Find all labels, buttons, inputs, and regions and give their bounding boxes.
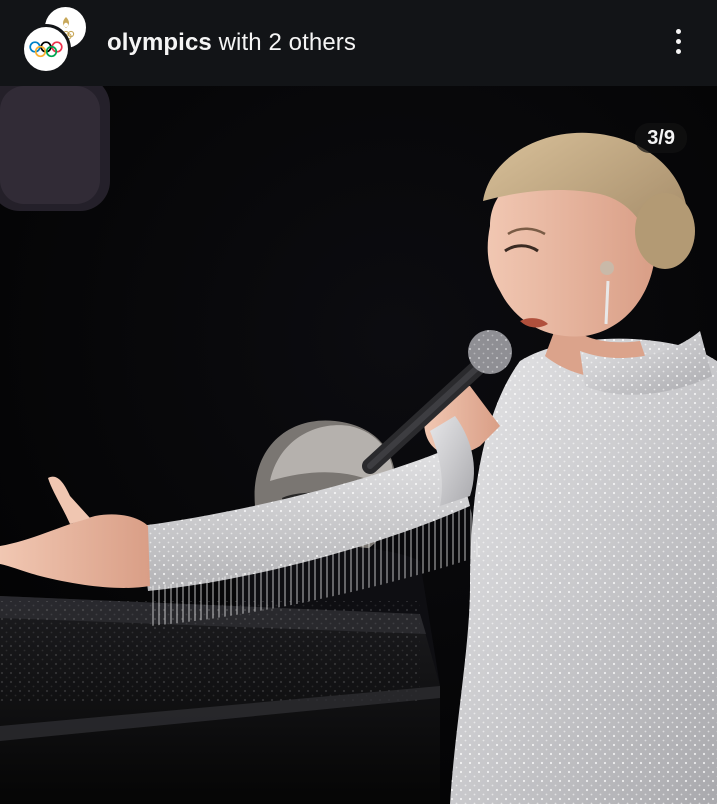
post-photo[interactable]: 3/9 xyxy=(0,86,717,804)
carousel-counter: 3/9 xyxy=(635,123,687,153)
avatar-olympics[interactable] xyxy=(21,24,71,74)
more-dot xyxy=(675,28,681,34)
more-options-icon[interactable] xyxy=(661,24,695,58)
olympic-rings-icon xyxy=(29,41,63,58)
collaborators-text[interactable]: with 2 others xyxy=(212,29,356,56)
post-author-line[interactable]: olympics with 2 others xyxy=(107,29,356,57)
more-dot xyxy=(675,48,681,54)
post-header: olympics with 2 others xyxy=(0,0,717,86)
collaborator-avatars[interactable] xyxy=(0,0,90,86)
performer-photo xyxy=(0,86,717,804)
post: olympics with 2 others 3/9 xyxy=(0,0,717,804)
more-dot xyxy=(675,38,681,44)
account-name[interactable]: olympics xyxy=(107,29,212,56)
